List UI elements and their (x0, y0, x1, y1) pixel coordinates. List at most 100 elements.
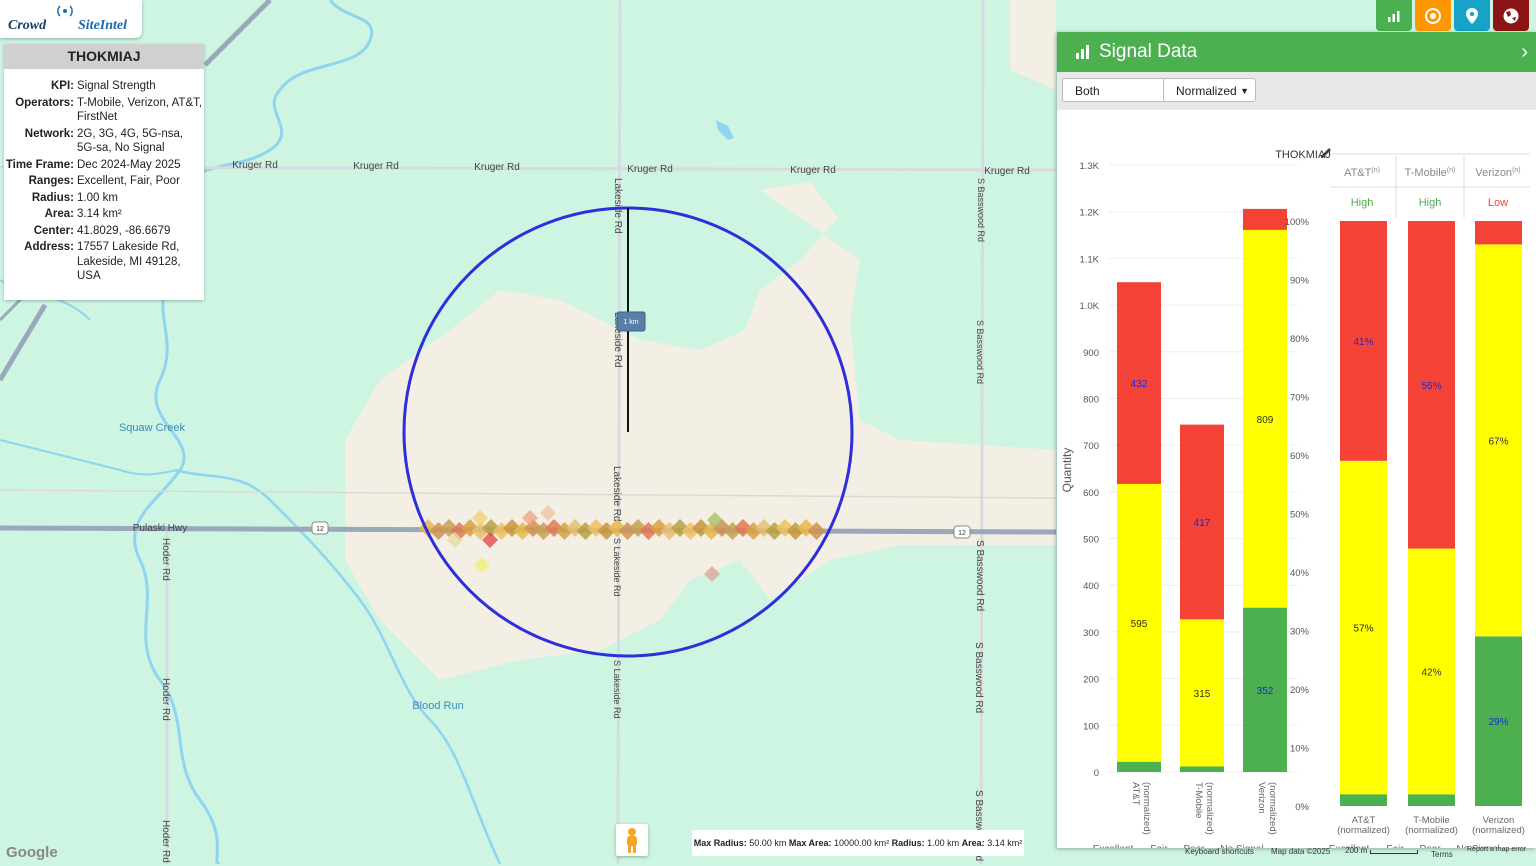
y-tick-label: 500 (1083, 535, 1099, 546)
road-label: Kruger Rd (232, 160, 278, 171)
scale-bar (1370, 850, 1418, 854)
bar-segment[interactable] (1180, 766, 1224, 772)
badge-key: Max Radius: (693, 838, 747, 848)
bar-segment[interactable] (1243, 208, 1287, 230)
map-pin-icon (1466, 7, 1478, 24)
crowdsiteintel-logo[interactable]: Crowd SiteIntel (0, 0, 142, 38)
y-tick-label: 0 (1094, 768, 1099, 779)
road-label: S Lakeside Rd (612, 538, 622, 597)
road-label: S Lakeside Rd (612, 660, 622, 719)
map-scale[interactable]: 200 m (1345, 846, 1367, 862)
x-tick-label: (normalized) (1141, 782, 1152, 835)
report-map-error-link[interactable]: Report a map error (1467, 846, 1526, 862)
road-label: Lakeside Rd (612, 178, 623, 234)
bar-chart-icon (1076, 45, 1089, 59)
bar-segment[interactable] (1475, 221, 1522, 245)
y-tick-label: 40% (1290, 568, 1310, 579)
road-label: S Basswood Rd (976, 178, 986, 242)
panel-controls: Both ▼ Normalized▼ (1057, 72, 1536, 110)
bar-segment[interactable] (1408, 794, 1455, 806)
y-tick-label: 100 (1083, 721, 1099, 732)
y-tick-label: 1.0K (1079, 301, 1099, 312)
y-tick-label: 20% (1290, 685, 1310, 696)
y-tick-label: 800 (1083, 394, 1099, 405)
signal-charts: THOKMIAJ AT&T(n)HighT-Mobile(n)HighVeriz… (1060, 148, 1530, 848)
y-tick-label: 90% (1290, 276, 1310, 287)
info-key: Center: (33, 224, 74, 237)
badge-value: 50.00 km (749, 838, 787, 848)
y-tick-label: 700 (1083, 441, 1099, 452)
y-tick-label: 60% (1290, 451, 1310, 462)
y-tick-label: 50% (1290, 510, 1310, 521)
percent-chart: 0%10%20%30%40%50%60%70%80%90%100%57%41%A… (1285, 217, 1525, 836)
bar-chart-icon (1388, 10, 1400, 22)
badge-key: Radius: (891, 838, 925, 848)
bar-segment[interactable] (1340, 794, 1387, 806)
select-value: Both (1075, 84, 1100, 98)
y-tick-label: 10% (1290, 744, 1310, 755)
info-key: Radius: (31, 191, 74, 204)
road-label: Kruger Rd (790, 165, 836, 176)
panel-header: Signal Data › (1057, 32, 1536, 72)
x-tick-label: AT&T (1130, 782, 1141, 806)
location-button[interactable] (1454, 0, 1490, 31)
chevron-down-icon: ▼ (1240, 86, 1249, 96)
chevron-right-icon[interactable]: › (1521, 32, 1528, 72)
y-tick-label: 1.1K (1079, 254, 1099, 265)
route-shield: 12 (958, 530, 966, 537)
data-label: 41% (1353, 337, 1373, 348)
google-logo: Google (6, 844, 58, 861)
x-tick-label: (normalized) (1204, 782, 1215, 835)
operator-name: Verizon(n) (1475, 167, 1520, 179)
info-key: Network: (24, 127, 74, 140)
globe-button[interactable] (1493, 0, 1529, 31)
data-label: 56% (1421, 381, 1441, 392)
y-tick-label: 200 (1083, 675, 1099, 686)
data-label: 57% (1353, 624, 1373, 635)
signal-data-panel: Signal Data › Both ▼ Normalized▼ THOKMIAJ… (1057, 32, 1536, 848)
y-tick-label: 30% (1290, 627, 1310, 638)
road-label: S Basswood Rd (974, 540, 985, 611)
info-value: 3.14 km² (77, 208, 122, 220)
x-tick-label: (normalized) (1405, 825, 1458, 836)
data-label: 67% (1488, 436, 1508, 447)
info-key: KPI: (51, 80, 74, 92)
logo-text: Crowd (8, 18, 47, 33)
street-view-pegman[interactable] (616, 824, 648, 856)
data-label: 315 (1194, 689, 1211, 700)
y-tick-label: 0% (1295, 802, 1309, 813)
water-label: Blood Run (412, 700, 463, 712)
data-label: 42% (1421, 667, 1441, 678)
badge-value: 10000.00 km² (834, 838, 890, 848)
basswood-road (979, 0, 985, 864)
lakeside-road (616, 0, 622, 864)
pegman-icon (627, 828, 637, 853)
keyboard-shortcuts-link[interactable]: Keyboard shortcuts (1185, 847, 1254, 863)
antenna-icon (57, 5, 73, 17)
road-label: Kruger Rd (474, 162, 520, 173)
panel-title: Signal Data (1099, 41, 1198, 62)
road-label: Hoder Rd (160, 820, 171, 863)
info-value: Signal Strength (77, 80, 156, 92)
road-label: S Basswood Rd (975, 320, 985, 384)
x-tick-label: (normalized) (1472, 825, 1525, 836)
data-label: 352 (1257, 686, 1274, 697)
water-label: Squaw Creek (119, 422, 186, 434)
legend-label: Fair (1150, 844, 1168, 848)
operator-summary: AT&T(n) High T-Mobile(n) High Verizon(n) Low (1330, 153, 1530, 218)
y-tick-label: 70% (1290, 393, 1310, 404)
info-key: Area: (44, 208, 74, 220)
radius-scale-label: 1 km (623, 319, 638, 326)
data-label: 595 (1131, 619, 1148, 630)
normalization-select[interactable]: Normalized ▼ (1163, 78, 1256, 102)
legend-label: Fair (1386, 844, 1404, 848)
badge-key: Max Area: (788, 838, 832, 848)
operator-level: Low (1488, 197, 1508, 209)
chart-button[interactable] (1376, 0, 1412, 31)
info-title: THOKMIAJ (4, 44, 204, 69)
target-button[interactable] (1415, 0, 1451, 31)
badge-value: 3.14 km² (987, 838, 1023, 848)
data-label: 29% (1488, 717, 1508, 728)
bar-segment[interactable] (1117, 761, 1161, 772)
operator-level: High (1351, 197, 1374, 209)
